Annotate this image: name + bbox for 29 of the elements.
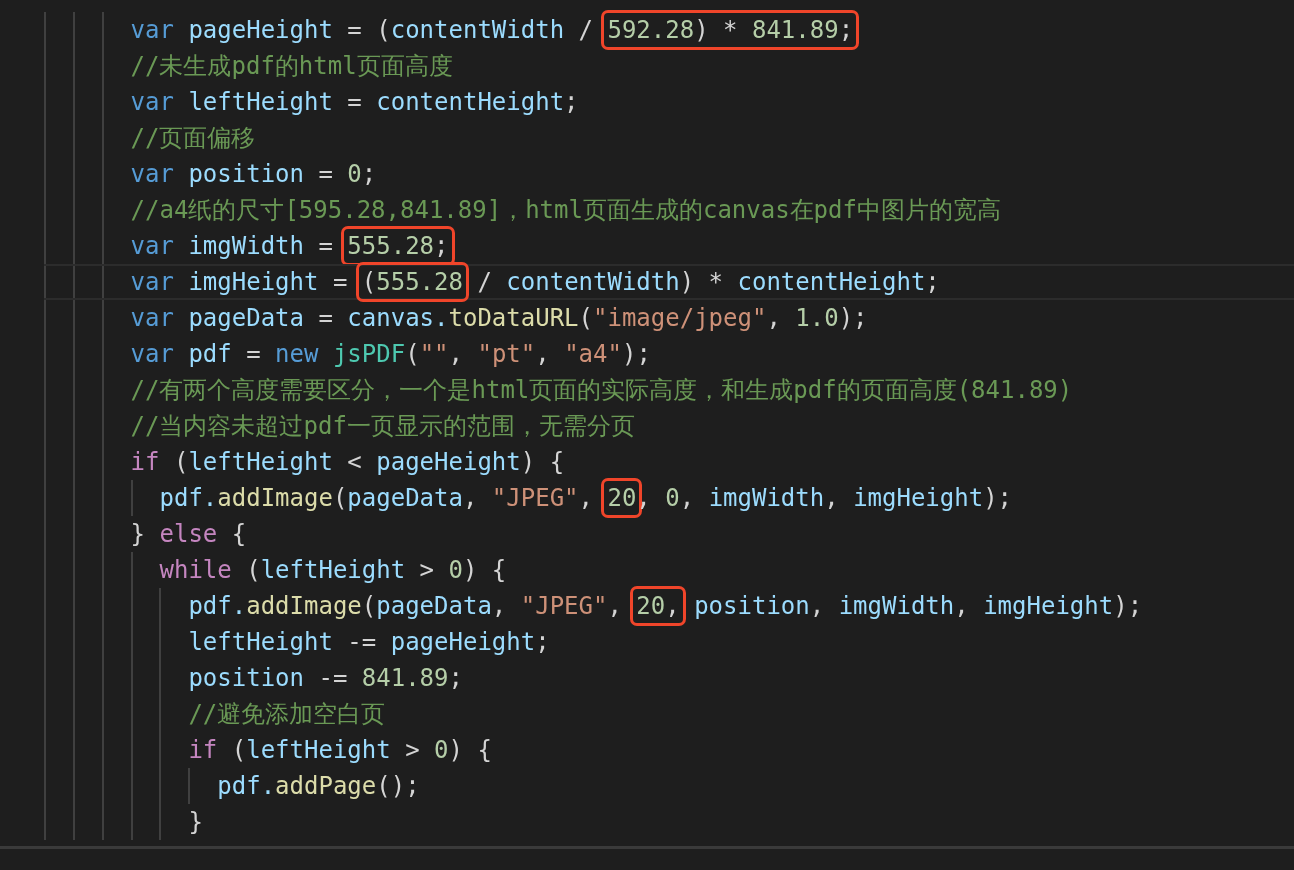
code-line: if (leftHeight < pageHeight) { [129,448,565,476]
code-line: var position = 0; [129,160,377,188]
code-line: var pdf = new jsPDF("", "pt", "a4"); [129,340,651,368]
highlighted-code: 20, [630,586,686,626]
code-line: var leftHeight = contentHeight; [129,88,579,116]
code-line: leftHeight -= pageHeight; [187,628,550,656]
code-line: position, imgWidth, imgHeight); [693,592,1143,620]
code-line: //当内容未超过pdf一页显示的范围，无需分页 [129,412,635,440]
code-line: while (leftHeight > 0) { [158,556,507,584]
code-line: var imgHeight = [129,268,349,296]
highlighted-code: (555.28 [355,262,469,302]
code-line: pdf.addPage(); [216,772,420,800]
code-line: position -= 841.89; [187,664,463,692]
code-line: if (leftHeight > 0) { [187,736,492,764]
code-line: //避免添加空白页 [187,700,386,728]
code-line: / contentWidth) * contentHeight; [476,268,940,296]
code-line: //a4纸的尺寸[595.28,841.89]，html页面生成的canvas在pdf中图片的宽高 [129,196,1001,224]
highlighted-code: 555.28; [341,226,455,266]
code-line: } else { [129,520,247,548]
code-line: pdf.addImage(pageData, "JPEG", [158,484,594,512]
code-line: //未生成pdf的html页面高度 [129,52,453,80]
code-line: var pageData = canvas.toDataURL("image/jpeg", 1.0); [129,304,868,332]
code-line: //有两个高度需要区分，一个是html页面的实际高度，和生成pdf的页面高度(841.89) [129,376,1073,404]
code-line: //页面偏移 [129,124,256,152]
code-line: var pageHeight = (contentWidth / [129,16,594,44]
code-line: var imgWidth = [129,232,334,260]
code-line: } [187,808,203,836]
highlighted-code: 592.28) * 841.89; [601,10,860,50]
code-line: pdf.addImage(pageData, "JPEG", [187,592,623,620]
